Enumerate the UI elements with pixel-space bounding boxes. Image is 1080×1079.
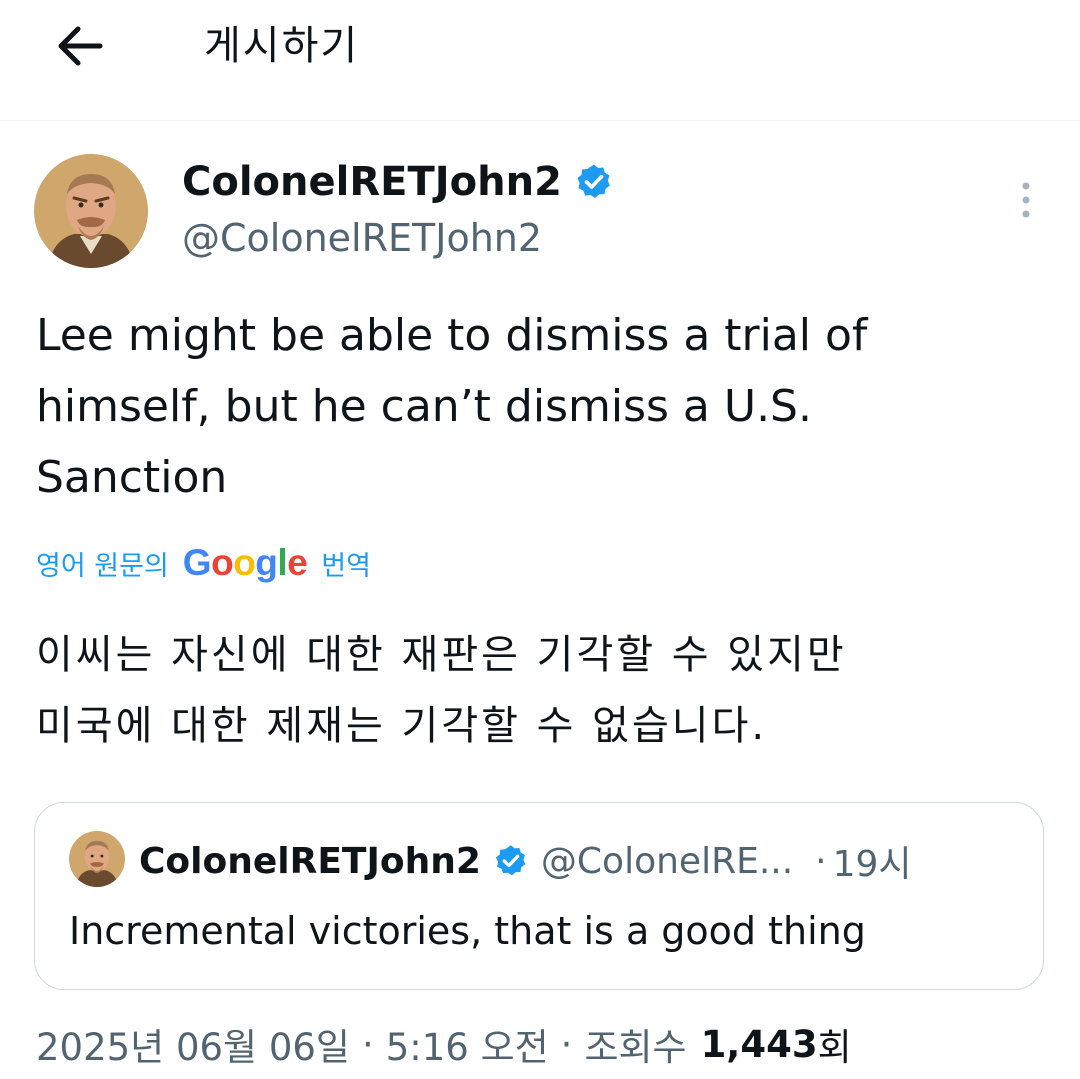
avatar[interactable] — [34, 154, 148, 268]
author-handle[interactable]: @ColonelRETJohn2 — [182, 212, 542, 264]
arrow-left-icon — [58, 26, 103, 66]
tweet-author: ColonelRETJohn2 @ColonelRETJohn2 — [34, 154, 1046, 274]
tweet-meta: 2025년 06월 06일 · 5:16 오전 · 조회수 1,443 회 — [36, 1014, 852, 1074]
google-logo: Google — [182, 542, 308, 583]
translate-prefix: 영어 원문의 — [36, 550, 169, 582]
back-button[interactable] — [52, 22, 108, 70]
quoted-avatar — [69, 831, 125, 887]
quoted-tweet-text: Incremental victories, that is a good th… — [69, 909, 866, 953]
page-title: 게시하기 — [204, 23, 360, 69]
quoted-handle: @ColonelRE... — [540, 840, 794, 882]
verified-badge-icon — [574, 162, 614, 202]
quoted-timestamp: 19시 — [832, 844, 912, 885]
separator-dot: · — [560, 1022, 573, 1066]
quoted-tweet-card[interactable]: ColonelRETJohn2 @ColonelRE... · 19시 Incr… — [34, 802, 1044, 990]
tweet-text: Lee might be able to dismiss a trial of … — [36, 310, 868, 503]
separator-dot: · — [361, 1022, 374, 1066]
separator-dot: · — [815, 840, 827, 882]
views-unit: 회 — [817, 1026, 852, 1069]
post-time: 5:16 오전 — [385, 1026, 549, 1069]
views-label: 조회수 — [584, 1026, 687, 1069]
more-vertical-icon — [1022, 182, 1030, 218]
post-date: 2025년 06월 06일 — [36, 1026, 350, 1069]
quoted-tweet-header: ColonelRETJohn2 @ColonelRE... · 19시 — [139, 833, 1013, 889]
views-count: 1,443 — [700, 1022, 818, 1066]
translate-suffix: 번역 — [321, 550, 371, 582]
quoted-display-name: ColonelRETJohn2 — [139, 840, 481, 882]
author-display-name[interactable]: ColonelRETJohn2 — [182, 156, 614, 208]
more-options-button[interactable] — [1012, 180, 1040, 220]
top-bar: 게시하기 — [0, 0, 1080, 121]
translated-text: 이씨는 자신에 대한 재판은 기각할 수 있지만 미국에 대한 제재는 기각할 … — [36, 632, 847, 749]
translation-attribution-link[interactable]: 영어 원문의 Google 번역 — [36, 538, 371, 588]
verified-badge-icon — [493, 843, 529, 879]
author-name-text: ColonelRETJohn2 — [182, 159, 562, 205]
